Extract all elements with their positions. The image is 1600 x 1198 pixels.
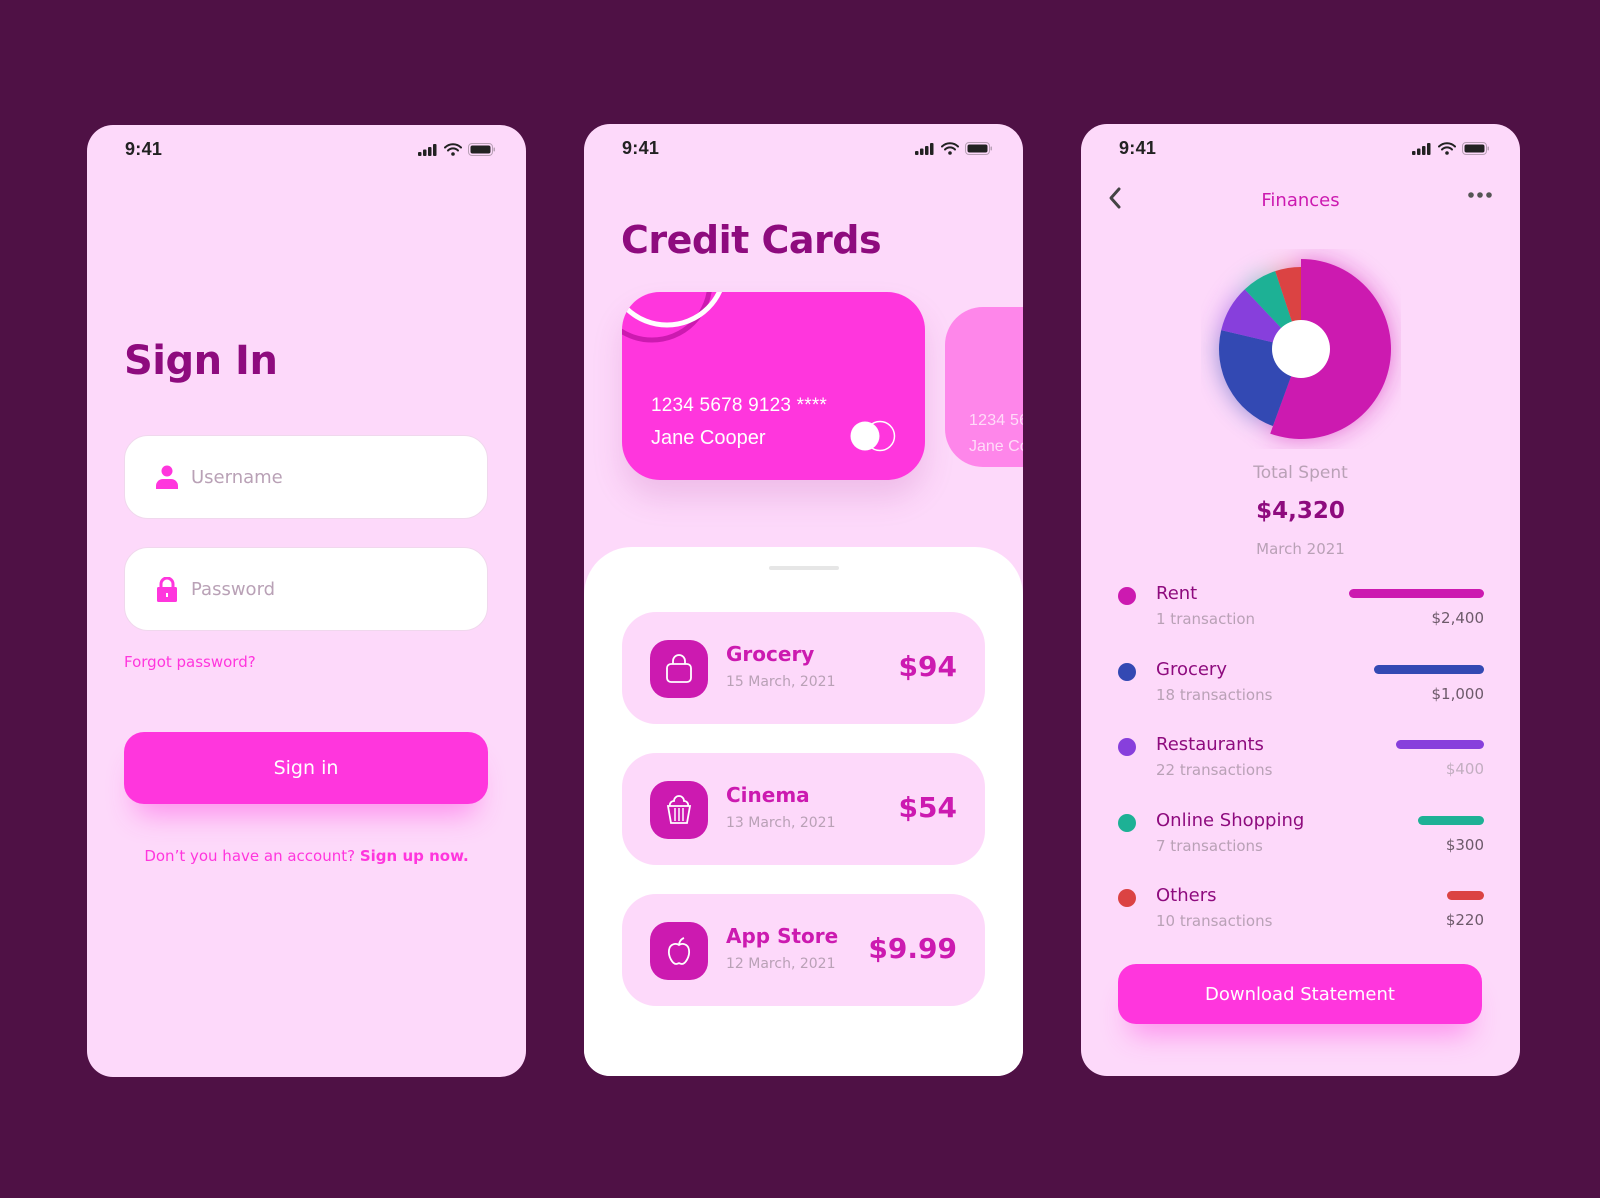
page-title: Sign In — [124, 338, 278, 384]
category-row[interactable]: Others 10 transactions $220 — [1118, 881, 1484, 941]
credit-card[interactable]: 1234 5678 9123 **** Jane Cooper — [622, 292, 925, 480]
category-transaction-count: 7 transactions — [1156, 837, 1263, 855]
category-color-dot — [1118, 663, 1136, 681]
status-time: 9:41 — [622, 138, 660, 158]
category-row[interactable]: Rent 1 transaction $2,400 — [1118, 579, 1484, 639]
category-name: Others — [1156, 885, 1217, 906]
status-time: 9:41 — [125, 139, 163, 159]
signal-icon — [418, 143, 437, 156]
status-bar: 9:41 — [1081, 138, 1520, 162]
category-amount: $400 — [1445, 760, 1484, 778]
download-statement-button[interactable]: Download Statement — [1118, 964, 1482, 1024]
category-transaction-count: 18 transactions — [1156, 686, 1273, 704]
username-field[interactable] — [124, 435, 488, 519]
status-bar: 9:41 — [584, 138, 1023, 162]
transaction-item[interactable]: Cinema 13 March, 2021 $54 — [622, 753, 985, 865]
category-color-dot — [1118, 738, 1136, 756]
transaction-name: Cinema — [726, 783, 810, 807]
category-amount: $2,400 — [1431, 609, 1485, 627]
card-decoration — [622, 292, 723, 343]
password-input[interactable] — [191, 578, 451, 600]
card-holder: Jane Cooper — [651, 427, 766, 449]
sheet-drag-handle[interactable] — [769, 566, 839, 570]
user-icon — [155, 464, 179, 490]
signup-prompt: Don’t you have an account? Sign up now. — [87, 847, 526, 865]
category-transaction-count: 1 transaction — [1156, 610, 1256, 628]
shopping-bag-icon — [650, 640, 708, 698]
category-name: Online Shopping — [1156, 810, 1305, 831]
sign-up-link[interactable]: Sign up now. — [360, 847, 469, 865]
category-name: Grocery — [1156, 659, 1227, 680]
category-color-dot — [1118, 889, 1136, 907]
category-row[interactable]: Grocery 18 transactions $1,000 — [1118, 655, 1484, 715]
donut-hole — [1272, 320, 1330, 378]
battery-icon — [1462, 142, 1489, 155]
transaction-item[interactable]: App Store 12 March, 2021 $9.99 — [622, 894, 985, 1006]
total-period: March 2021 — [1256, 540, 1345, 558]
battery-icon — [468, 143, 495, 156]
page-title: Credit Cards — [621, 218, 882, 262]
category-amount: $220 — [1445, 911, 1484, 929]
category-transaction-count: 10 transactions — [1156, 912, 1273, 930]
card-number: 1234 5678 9123 **** — [969, 412, 1023, 429]
transaction-date: 13 March, 2021 — [726, 815, 836, 831]
wifi-icon — [941, 142, 959, 155]
transaction-name: Grocery — [726, 642, 815, 666]
category-row[interactable]: Restaurants 22 transactions $400 — [1118, 730, 1484, 790]
card-holder: Jane Cooper — [969, 438, 1023, 455]
transaction-amount: $54 — [898, 791, 957, 824]
category-bar — [1396, 740, 1484, 749]
category-bar — [1447, 891, 1484, 900]
transaction-item[interactable]: Grocery 15 March, 2021 $94 — [622, 612, 985, 724]
username-input[interactable] — [191, 466, 451, 488]
more-options-icon[interactable] — [1468, 192, 1492, 198]
total-spent-value: $4,320 — [1256, 498, 1345, 524]
transaction-date: 12 March, 2021 — [726, 956, 836, 972]
category-color-dot — [1118, 814, 1136, 832]
category-transaction-count: 22 transactions — [1156, 761, 1273, 779]
popcorn-icon — [650, 781, 708, 839]
category-bar — [1349, 589, 1484, 598]
category-amount: $1,000 — [1431, 685, 1485, 703]
transaction-amount: $9.99 — [868, 932, 957, 965]
category-name: Restaurants — [1156, 734, 1264, 755]
category-name: Rent — [1156, 583, 1198, 604]
card-number: 1234 5678 9123 **** — [651, 395, 828, 416]
spending-donut-chart — [1219, 259, 1391, 439]
transaction-name: App Store — [726, 924, 839, 948]
signal-icon — [1412, 142, 1431, 155]
status-bar: 9:41 — [87, 139, 526, 163]
credit-cards-screen: 9:41 Credit Cards 1234 5678 9123 **** Ja… — [584, 124, 1023, 1076]
transaction-date: 15 March, 2021 — [726, 674, 836, 690]
category-row[interactable]: Online Shopping 7 transactions $300 — [1118, 806, 1484, 866]
signup-prompt-text: Don’t you have an account? — [144, 847, 356, 865]
signal-icon — [915, 142, 934, 155]
credit-card-secondary[interactable]: 1234 5678 9123 **** Jane Cooper — [945, 307, 1023, 467]
sign-in-button[interactable]: Sign in — [124, 732, 488, 804]
apple-icon — [650, 922, 708, 980]
sign-in-screen: 9:41 Sign In Forgot password? Sign in Do… — [87, 125, 526, 1077]
password-field[interactable] — [124, 547, 488, 631]
category-color-dot — [1118, 587, 1136, 605]
wifi-icon — [444, 143, 462, 156]
status-time: 9:41 — [1119, 138, 1157, 158]
total-spent-label: Total Spent — [1253, 463, 1348, 483]
finances-screen: 9:41 Finances Total Spent $4,320 March 2… — [1081, 124, 1520, 1076]
category-bar — [1418, 816, 1484, 825]
lock-icon — [155, 576, 179, 602]
nav-title: Finances — [1261, 190, 1340, 211]
category-bar — [1374, 665, 1484, 674]
battery-icon — [965, 142, 992, 155]
mastercard-icon — [850, 420, 896, 452]
wifi-icon — [1438, 142, 1456, 155]
forgot-password-link[interactable]: Forgot password? — [124, 653, 256, 671]
transaction-amount: $94 — [898, 650, 957, 683]
transactions-sheet: Grocery 15 March, 2021 $94 Cinema 13 Mar… — [584, 547, 1023, 1076]
category-amount: $300 — [1445, 836, 1484, 854]
